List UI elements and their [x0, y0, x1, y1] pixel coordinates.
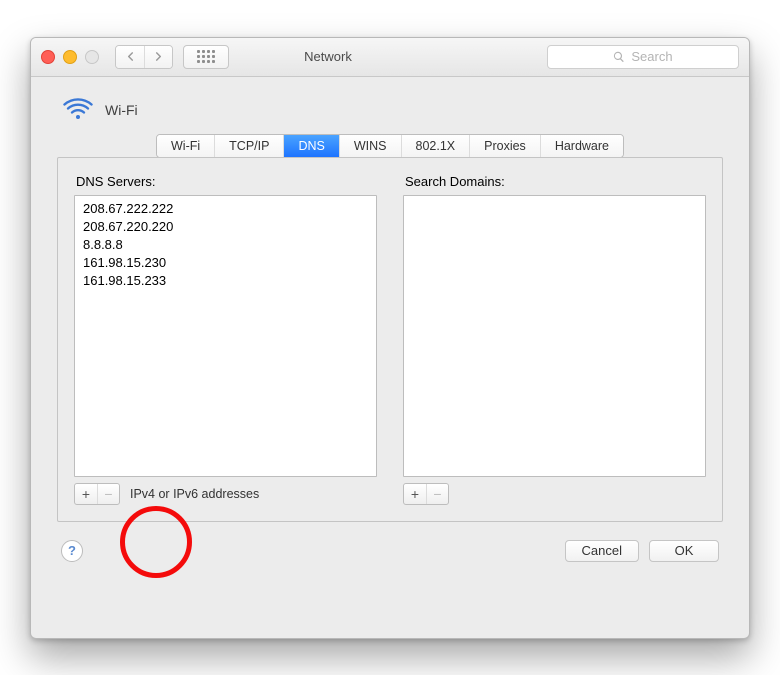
dns-servers-column: DNS Servers: 208.67.222.222208.67.220.22… [74, 174, 377, 505]
wifi-icon [63, 97, 93, 124]
window-body: Wi-Fi Wi-FiTCP/IPDNSWINS802.1XProxiesHar… [31, 77, 749, 580]
tab-dns[interactable]: DNS [283, 135, 338, 157]
tab-hardware[interactable]: Hardware [540, 135, 623, 157]
dns-server-item[interactable]: 161.98.15.230 [83, 254, 368, 272]
network-preferences-window: Network Search Wi-Fi Wi-FiTCP/IPDNSWINS8… [30, 37, 750, 639]
ok-button[interactable]: OK [649, 540, 719, 562]
dns-server-item[interactable]: 8.8.8.8 [83, 236, 368, 254]
dns-add-remove: + − [74, 483, 120, 505]
search-field[interactable]: Search [547, 45, 739, 69]
tab-8021x[interactable]: 802.1X [401, 135, 470, 157]
tab-wifi[interactable]: Wi-Fi [157, 135, 214, 157]
window-title: Network [119, 49, 537, 64]
zoom-window-button[interactable] [85, 50, 99, 64]
tab-proxies[interactable]: Proxies [469, 135, 540, 157]
search-domains-add-remove: + − [403, 483, 449, 505]
dns-server-item[interactable]: 208.67.222.222 [83, 200, 368, 218]
search-icon [613, 51, 625, 63]
tab-panel: DNS Servers: 208.67.222.222208.67.220.22… [57, 157, 723, 522]
dns-server-item[interactable]: 208.67.220.220 [83, 218, 368, 236]
dns-hint: IPv4 or IPv6 addresses [130, 487, 259, 501]
window-controls [41, 50, 99, 64]
interface-header: Wi-Fi [63, 97, 723, 124]
tab-wins[interactable]: WINS [339, 135, 401, 157]
search-placeholder: Search [631, 49, 672, 64]
dns-remove-button[interactable]: − [97, 484, 119, 504]
search-domains-label: Search Domains: [405, 174, 706, 189]
search-domains-column: Search Domains: + − [403, 174, 706, 505]
close-window-button[interactable] [41, 50, 55, 64]
help-button[interactable]: ? [61, 540, 83, 562]
search-domains-add-button[interactable]: + [404, 484, 426, 504]
search-domains-remove-button[interactable]: − [426, 484, 448, 504]
dns-servers-list[interactable]: 208.67.222.222208.67.220.2208.8.8.8161.9… [74, 195, 377, 477]
dns-server-item[interactable]: 161.98.15.233 [83, 272, 368, 290]
cancel-button[interactable]: Cancel [565, 540, 639, 562]
interface-name: Wi-Fi [105, 102, 138, 118]
dns-add-button[interactable]: + [75, 484, 97, 504]
dns-servers-label: DNS Servers: [76, 174, 377, 189]
minimize-window-button[interactable] [63, 50, 77, 64]
search-domains-list[interactable] [403, 195, 706, 477]
titlebar: Network Search [31, 38, 749, 77]
tab-bar: Wi-FiTCP/IPDNSWINS802.1XProxiesHardware [57, 134, 723, 158]
tab-tcpip[interactable]: TCP/IP [214, 135, 283, 157]
footer: ? Cancel OK [57, 540, 723, 562]
